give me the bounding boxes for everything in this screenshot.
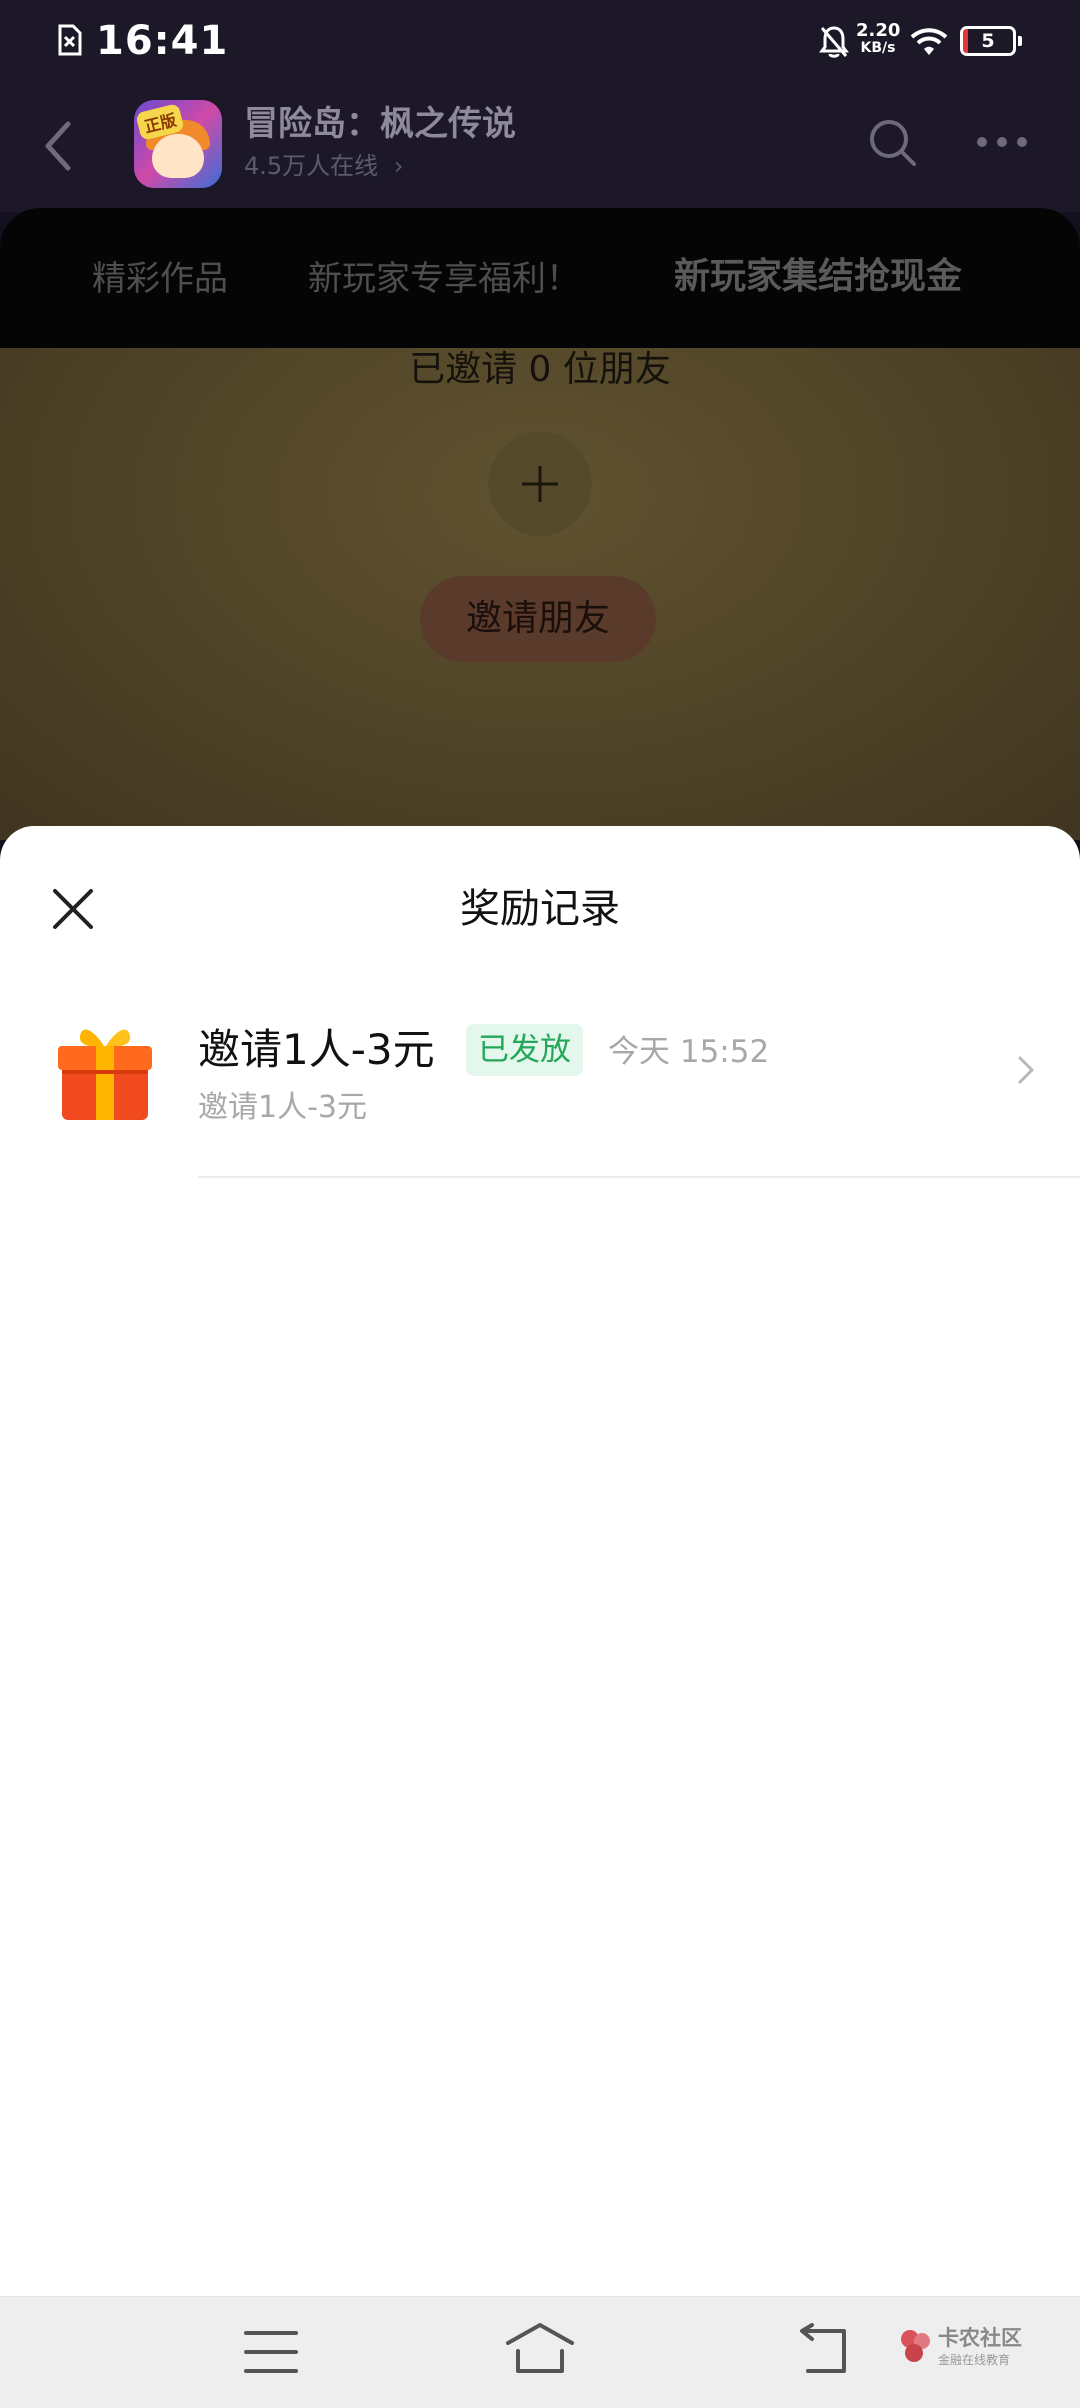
tab-new-player-benefits[interactable]: 新玩家专享福利！ — [308, 256, 580, 302]
search-icon[interactable] — [866, 116, 920, 170]
status-bar: 16:41 2.20 KB/s 5 — [0, 0, 1080, 82]
system-nav-bar: 卡农社区 金融在线教育 — [0, 2296, 1080, 2408]
plus-icon — [522, 466, 558, 502]
reward-record-row[interactable]: 邀请1人-3元 已发放 今天 15:52 邀请1人-3元 — [0, 1010, 1080, 1178]
battery-percent: 5 — [981, 30, 995, 52]
tab-bar: 精彩作品 新玩家专享福利！ 新玩家集结抢现金 — [0, 208, 1080, 348]
clock: 16:41 — [96, 18, 229, 64]
network-speed-value: 2.20 — [856, 20, 901, 41]
add-friend-button[interactable] — [488, 432, 592, 536]
tab-featured-works[interactable]: 精彩作品 — [92, 256, 228, 302]
back-arrow-icon[interactable] — [38, 116, 78, 176]
chevron-right-icon — [1018, 1056, 1034, 1084]
row-divider — [198, 1176, 1080, 1178]
watermark-tagline: 金融在线教育 — [938, 2353, 1011, 2367]
more-icon[interactable] — [974, 130, 1030, 154]
watermark-logo: 卡农社区 金融在线教育 — [898, 2321, 1022, 2381]
chevron-right-icon: › — [393, 152, 404, 180]
app-title[interactable]: 冒险岛：枫之传说 — [244, 102, 516, 146]
page-header: 正版 冒险岛：枫之传说 4.5万人在线 › — [0, 82, 1080, 212]
wifi-icon — [910, 28, 948, 55]
back-icon[interactable] — [794, 2323, 850, 2377]
recent-apps-icon[interactable] — [244, 2327, 298, 2377]
tab-cash-rally[interactable]: 新玩家集结抢现金 — [674, 254, 962, 300]
online-count[interactable]: 4.5万人在线 › — [244, 150, 403, 182]
invite-friends-button[interactable]: 邀请朋友 — [420, 576, 656, 662]
invite-panel: 已邀请 0 位朋友 邀请朋友 — [0, 348, 1080, 840]
network-speed: 2.20 KB/s — [856, 20, 901, 57]
kanong-logo-icon — [901, 2330, 930, 2362]
record-time: 今天 15:52 — [608, 1034, 770, 1070]
sheet-title: 奖励记录 — [460, 886, 620, 932]
gift-icon — [58, 1029, 152, 1120]
online-count-text: 4.5万人在线 — [244, 152, 379, 180]
network-speed-unit: KB/s — [860, 40, 896, 56]
battery-icon: 5 — [960, 26, 1016, 56]
avatar-face — [152, 134, 204, 178]
app-avatar[interactable]: 正版 — [134, 100, 222, 188]
mute-bell-icon — [819, 26, 849, 58]
watermark-name: 卡农社区 — [938, 2326, 1022, 2350]
invited-count: 已邀请 0 位朋友 — [409, 349, 671, 390]
status-badge: 已发放 — [466, 1024, 583, 1076]
home-icon[interactable] — [504, 2321, 576, 2377]
record-subtitle: 邀请1人-3元 — [198, 1090, 367, 1125]
record-title: 邀请1人-3元 — [198, 1025, 435, 1074]
reward-records-sheet: 奖励记录 邀请1人-3元 已发放 今天 15:52 邀请1人-3元 — [0, 826, 1080, 2296]
no-sim-icon — [58, 24, 82, 56]
battery-tip — [1018, 36, 1022, 46]
